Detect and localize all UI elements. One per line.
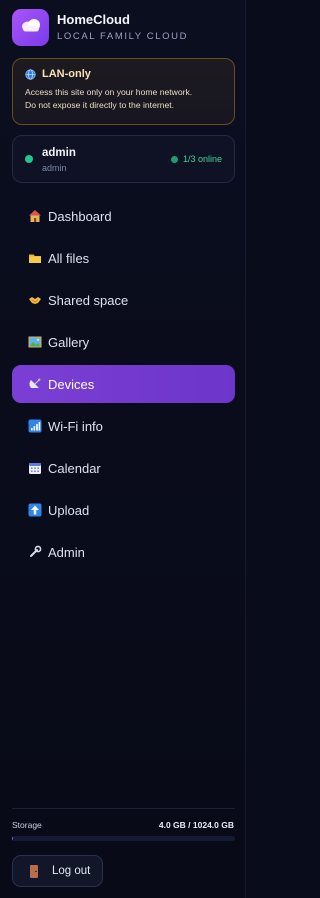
sidebar: HomeCloud LOCAL FAMILY CLOUD LAN-only Ac… <box>0 0 246 898</box>
folder-icon <box>28 251 42 265</box>
user-status-dot <box>25 155 33 163</box>
lan-notice-line: Do not expose it directly to the interne… <box>25 100 175 110</box>
sidebar-item-label: Shared space <box>48 292 129 308</box>
user-name: admin <box>42 147 76 159</box>
sidebar-item-wifi-info[interactable]: Wi-Fi info <box>12 407 235 445</box>
sidebar-item-dashboard[interactable]: Dashboard <box>12 197 235 235</box>
lan-notice-header: LAN-only <box>25 68 222 80</box>
user-role: admin <box>42 163 67 173</box>
online-count: 1/3 online <box>182 154 222 164</box>
user-card[interactable]: admin admin 1/3 online <box>12 135 235 183</box>
sidebar-item-calendar[interactable]: Calendar <box>12 449 235 487</box>
upload-arrow-icon <box>28 503 42 517</box>
sidebar-item-devices[interactable]: Devices <box>12 365 235 403</box>
app-subtitle: LOCAL FAMILY CLOUD <box>57 31 189 42</box>
sidebar-item-upload[interactable]: Upload <box>12 491 235 529</box>
sidebar-item-admin[interactable]: Admin <box>12 533 235 571</box>
online-count-badge: 1/3 online <box>170 154 222 164</box>
sidebar-item-label: Gallery <box>48 334 90 350</box>
sidebar-nav: Dashboard All files Shared space Gallery… <box>12 197 235 575</box>
handshake-icon <box>28 293 42 307</box>
door-icon <box>30 864 38 878</box>
calendar-icon <box>28 461 42 475</box>
brand-text: HomeCloud LOCAL FAMILY CLOUD <box>57 12 188 43</box>
brand-logo <box>12 9 49 46</box>
online-dot-icon <box>170 155 178 163</box>
lan-notice-line: Access this site only on your home netwo… <box>25 87 193 97</box>
logout-label: Log out <box>52 865 91 877</box>
signal-bars-icon <box>28 419 42 433</box>
sidebar-item-all-files[interactable]: All files <box>12 239 235 277</box>
satellite-icon <box>28 377 42 391</box>
divider <box>12 808 235 809</box>
storage-label: Storage <box>12 820 42 830</box>
sidebar-item-label: Dashboard <box>48 208 112 224</box>
lan-only-notice: LAN-only Access this site only on your h… <box>12 58 235 125</box>
sidebar-item-label: Upload <box>48 502 90 518</box>
house-icon <box>28 209 42 223</box>
globe-icon <box>25 68 36 80</box>
brand[interactable]: HomeCloud LOCAL FAMILY CLOUD <box>12 9 188 46</box>
app-title: HomeCloud <box>57 12 130 27</box>
sidebar-item-shared-space[interactable]: Shared space <box>12 281 235 319</box>
cloud-icon <box>20 18 42 37</box>
wrench-icon <box>28 545 42 559</box>
sidebar-item-label: Admin <box>48 544 85 560</box>
sidebar-item-label: All files <box>48 250 90 266</box>
sidebar-item-label: Devices <box>48 376 95 392</box>
lan-notice-title: LAN-only <box>42 68 91 80</box>
storage-progress-fill <box>12 836 14 841</box>
sidebar-item-label: Wi-Fi info <box>48 418 103 434</box>
sidebar-item-gallery[interactable]: Gallery <box>12 323 235 361</box>
storage-value: 4.0 GB / 1024.0 GB <box>158 820 234 830</box>
picture-icon <box>28 335 42 349</box>
lan-notice-body: Access this site only on your home netwo… <box>25 86 222 112</box>
logout-button[interactable]: Log out <box>12 855 103 887</box>
storage-progress-bar <box>12 836 235 841</box>
sidebar-item-label: Calendar <box>48 460 101 476</box>
